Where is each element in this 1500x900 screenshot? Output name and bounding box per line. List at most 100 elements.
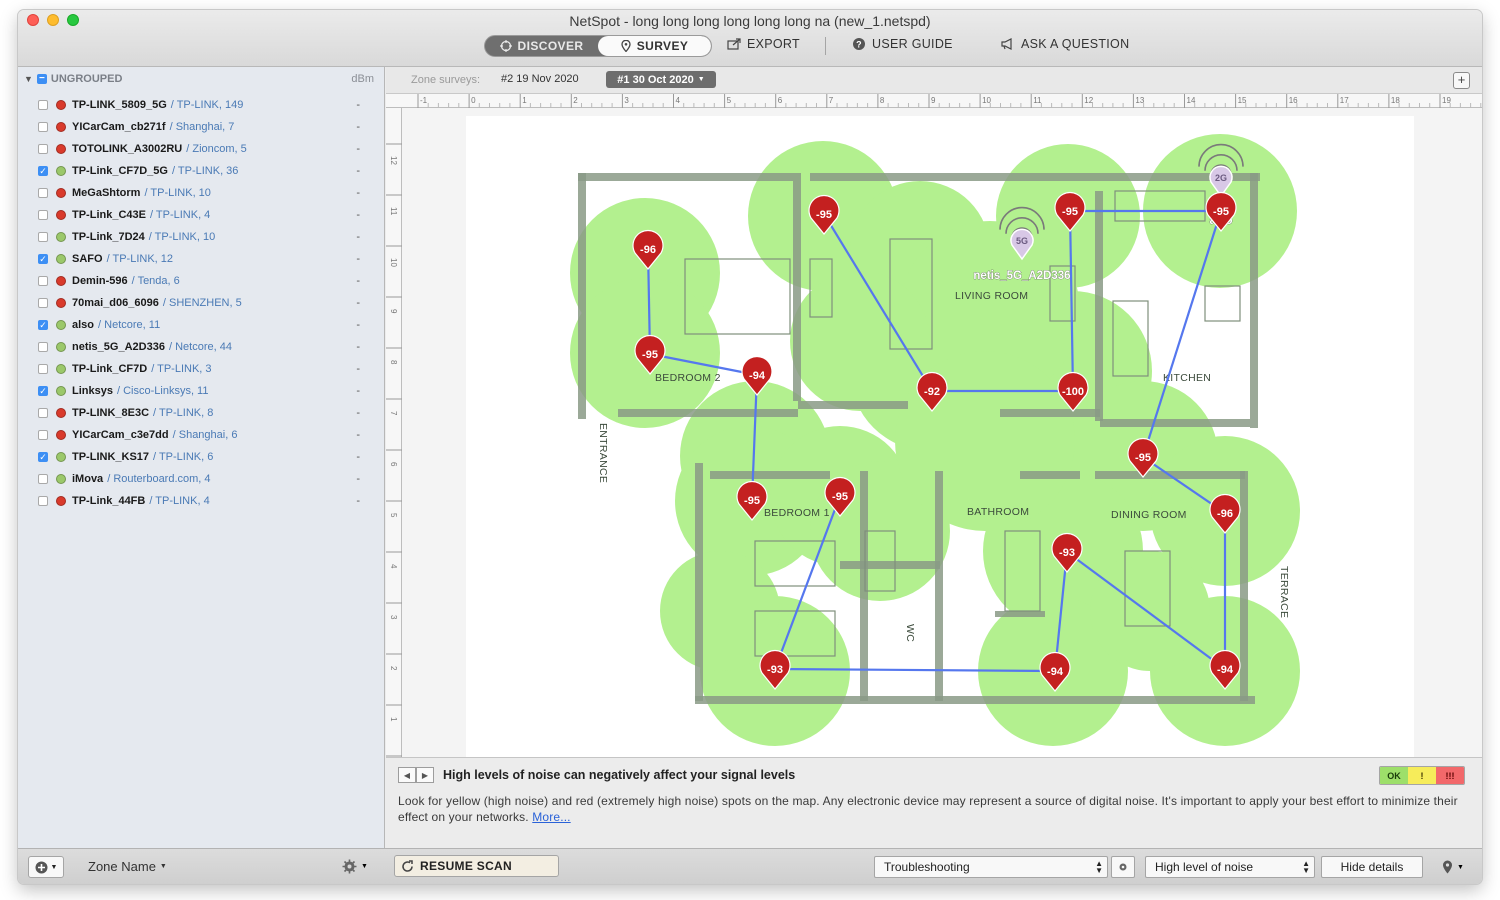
wall <box>810 173 1260 181</box>
tip-navigation: ◀ ▶ <box>398 767 434 783</box>
network-row[interactable]: TP-LINK_8E3C / TP-LINK, 8 - <box>38 403 360 423</box>
visualization-settings-button[interactable] <box>1111 856 1135 878</box>
network-name: SAFO <box>72 253 103 265</box>
network-name: Demin-596 <box>72 275 128 287</box>
wall <box>1000 409 1100 417</box>
network-signal-value: - <box>356 121 360 133</box>
export-button[interactable]: EXPORT <box>727 37 800 51</box>
network-signal-value: - <box>356 187 360 199</box>
network-row[interactable]: ✓ TP-Link_CF7D_5G / TP-LINK, 36 - <box>38 161 360 181</box>
network-row[interactable]: TP-Link_C43E / TP-LINK, 4 - <box>38 205 360 225</box>
network-row[interactable]: YICarCam_cb271f / Shanghai, 7 - <box>38 117 360 137</box>
next-tip-button[interactable]: ▶ <box>416 767 434 783</box>
survey-heatmap[interactable]: BEDROOM 2LIVING ROOMKITCHENBEDROOM 1 BATH… <box>466 116 1414 765</box>
group-checkbox[interactable]: − <box>36 74 47 84</box>
network-row[interactable]: ✓ also / Netcore, 11 - <box>38 315 360 335</box>
network-row[interactable]: ✓ SAFO / TP-LINK, 12 - <box>38 249 360 269</box>
network-checkbox[interactable] <box>38 188 48 198</box>
ruler-label: 6 <box>778 96 783 105</box>
network-row[interactable]: ✓ Linksys / Cisco-Linksys, 11 - <box>38 381 360 401</box>
resume-scan-label: RESUME SCAN <box>420 859 512 873</box>
export-label: EXPORT <box>747 37 800 51</box>
zone-survey-tab-2[interactable]: #2 19 Nov 2020 <box>501 73 579 85</box>
resume-scan-button[interactable]: RESUME SCAN <box>394 855 559 877</box>
access-point-band: 5G <box>1016 236 1028 246</box>
network-signal-value: - <box>356 165 360 177</box>
user-guide-button[interactable]: ? USER GUIDE <box>852 37 953 51</box>
network-checkbox[interactable] <box>38 232 48 242</box>
network-vendor: / SHENZHEN, 5 <box>162 297 242 309</box>
network-checkbox[interactable]: ✓ <box>38 386 48 396</box>
network-signal-value: - <box>356 341 360 353</box>
metric-select[interactable]: High level of noise ▲ ▼ <box>1145 856 1315 878</box>
ruler-label: 5 <box>727 96 732 105</box>
network-checkbox[interactable] <box>38 122 48 132</box>
network-vendor-value: TP-LINK, 10 <box>150 187 211 199</box>
network-checkbox[interactable] <box>38 430 48 440</box>
network-vendor: / TP-LINK, 10 <box>148 231 216 243</box>
network-vendor: / Netcore, 11 <box>98 319 161 331</box>
select-arrows-icon: ▲ ▼ <box>1095 859 1103 875</box>
network-row[interactable]: 70mai_d06_6096/ SHENZHEN, 5 - <box>38 293 360 313</box>
chevron-down-icon: ▼ <box>1457 863 1464 871</box>
network-vendor: / Netcore, 44 <box>168 341 232 353</box>
network-checkbox[interactable] <box>38 408 48 418</box>
disclosure-triangle-icon[interactable]: ▼ <box>24 74 33 84</box>
network-checkbox[interactable] <box>38 210 48 220</box>
network-checkbox[interactable] <box>38 342 48 352</box>
survey-tab[interactable]: SURVEY <box>598 36 711 56</box>
zone-name-menu[interactable]: Zone Name ▼ <box>88 859 167 874</box>
network-checkbox[interactable] <box>38 144 48 154</box>
network-vendor: / TP-LINK, 3 <box>151 363 212 375</box>
network-row[interactable]: YICarCam_c3e7dd / Shanghai, 6 - <box>38 425 360 445</box>
add-menu-button[interactable]: ▼ <box>28 856 64 878</box>
measurement-value: -95 <box>816 209 832 221</box>
tip-body: Look for yellow (high noise) and red (ex… <box>398 793 1462 825</box>
network-signal-value: - <box>356 407 360 419</box>
previous-tip-button[interactable]: ◀ <box>398 767 416 783</box>
network-checkbox[interactable]: ✓ <box>38 254 48 264</box>
network-checkbox[interactable] <box>38 364 48 374</box>
network-checkbox[interactable] <box>38 298 48 308</box>
network-row[interactable]: TP-Link_7D24/ TP-LINK, 10 - <box>38 227 360 247</box>
network-checkbox[interactable] <box>38 496 48 506</box>
bottom-toolbar: ▼ Zone Name ▼ ▼ RESUME SCAN Troubleshoot… <box>18 848 1482 884</box>
ask-question-label: ASK A QUESTION <box>1021 37 1130 51</box>
coverage-circle <box>1090 551 1210 671</box>
network-vendor-value: Zioncom, 5 <box>192 143 247 155</box>
network-name: also <box>72 319 95 331</box>
network-row[interactable]: iMova / Routerboard.com, 4 - <box>38 469 360 489</box>
network-row[interactable]: TOTOLINK_A3002RU / Zioncom, 5 - <box>38 139 360 159</box>
network-checkbox[interactable] <box>38 100 48 110</box>
network-row[interactable]: Demin-596/ Tenda, 6 - <box>38 271 360 291</box>
visualization-mode-select[interactable]: Troubleshooting ▲ ▼ <box>874 856 1108 878</box>
network-signal-value: - <box>356 99 360 111</box>
group-header[interactable]: ▼ − UNGROUPED dBm <box>24 70 374 88</box>
network-checkbox[interactable] <box>38 276 48 286</box>
discover-tab[interactable]: DISCOVER <box>485 36 598 56</box>
network-row[interactable]: netis_5G_A2D336/ Netcore, 44 - <box>38 337 360 357</box>
network-row[interactable]: TP-LINK_5809_5G / TP-LINK, 149 - <box>38 95 360 115</box>
network-row[interactable]: TP-Link_CF7D / TP-LINK, 3 - <box>38 359 360 379</box>
ruler-label: 5 <box>389 513 398 518</box>
more-link[interactable]: More... <box>532 810 570 824</box>
zone-survey-tab-1[interactable]: #1 30 Oct 2020 ▼ <box>606 71 716 88</box>
ruler-label: 18 <box>1391 96 1400 105</box>
hide-details-button[interactable]: Hide details <box>1321 856 1423 878</box>
network-row[interactable]: MeGaShtorm / TP-LINK, 10 - <box>38 183 360 203</box>
network-row[interactable]: ✓ TP-LINK_KS17/ TP-LINK, 6 - <box>38 447 360 467</box>
network-checkbox[interactable]: ✓ <box>38 166 48 176</box>
network-row[interactable]: TP-Link_44FB / TP-LINK, 4 - <box>38 491 360 511</box>
wall <box>840 561 940 569</box>
settings-menu[interactable]: ▼ <box>342 859 368 874</box>
network-checkbox[interactable] <box>38 474 48 484</box>
add-zone-button[interactable]: + <box>1453 72 1470 89</box>
network-checkbox[interactable]: ✓ <box>38 452 48 462</box>
pin-menu[interactable]: ▼ <box>1442 860 1464 874</box>
network-checkbox[interactable]: ✓ <box>38 320 48 330</box>
ask-question-button[interactable]: ASK A QUESTION <box>1001 37 1129 51</box>
zone-surveys-label: Zone surveys: <box>411 74 481 86</box>
vertical-ruler-scale: 1211109876543210 <box>386 143 402 773</box>
map-canvas[interactable]: BEDROOM 2 LIVING ROOM KITCHEN BEDROOM 1 BATH… <box>402 108 1482 765</box>
network-status-icon <box>56 474 66 484</box>
